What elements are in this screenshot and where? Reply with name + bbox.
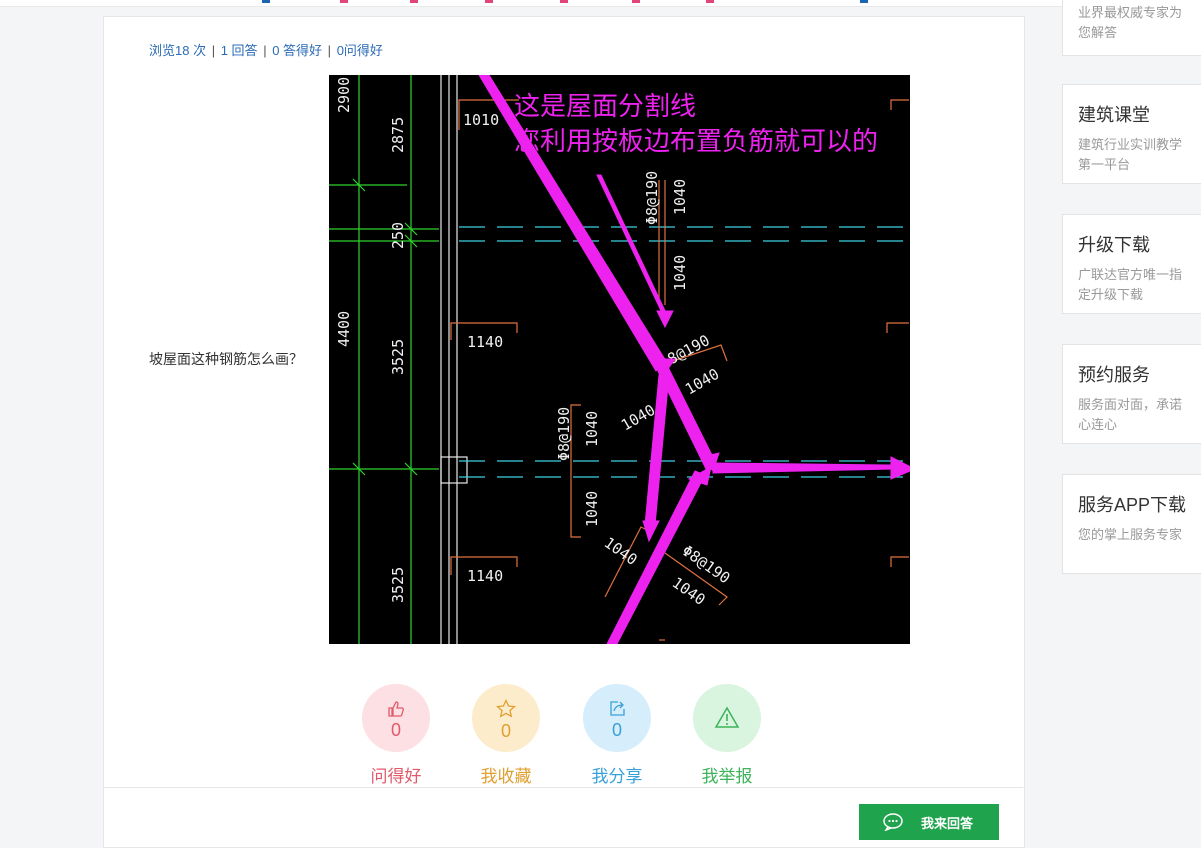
cad-dim-2875: 2875 [389, 117, 407, 153]
nav-tab-marker[interactable] [410, 0, 418, 3]
sidebar-card-service[interactable]: 预约服务 服务面对面，承诺心连心 [1062, 344, 1201, 444]
cad-rebar-1140: 1140 [467, 333, 503, 351]
answers-count[interactable]: 1 回答 [221, 43, 258, 58]
sidebar-title: 升级下载 [1078, 235, 1150, 255]
question-actions: 0 问得好 0 我收藏 0 我分享 0 [362, 684, 782, 794]
cad-dimension-lines [329, 75, 439, 644]
cad-spacing-label: Φ8@190 [555, 407, 573, 461]
cad-rebar-1140b: 1140 [467, 567, 503, 585]
nav-tab-marker[interactable] [485, 0, 493, 3]
share-count: 0 [611, 719, 622, 740]
chat-bubble-icon [883, 813, 903, 831]
share-label: 我分享 [591, 767, 643, 786]
cad-spacing-label: Φ8@190 [643, 171, 661, 225]
share-button[interactable]: 0 我分享 [583, 684, 651, 787]
nav-tab-marker[interactable] [860, 0, 868, 3]
like-count: 0 [390, 719, 401, 740]
cad-rebar-1040: 1040 [669, 574, 709, 609]
cad-rebar-1040: 1040 [671, 255, 689, 291]
favorite-button[interactable]: 0 我收藏 [472, 684, 540, 787]
cad-dim-3525: 3525 [389, 339, 407, 375]
star-icon [496, 698, 516, 718]
question-text: 坡屋面这种钢筋怎么画？ [149, 351, 303, 367]
sidebar-title: 建筑课堂 [1078, 105, 1150, 125]
annotation-line-2: 您利用按板边布置负筋就可以的 [514, 127, 878, 157]
cad-rebar-1040: 1040 [682, 365, 722, 399]
sidebar-card-classroom[interactable]: 建筑课堂 建筑行业实训教学第一平台 [1062, 84, 1201, 184]
card-divider [103, 787, 1023, 788]
sidebar-card-download[interactable]: 升级下载 广联达官方唯一指定升级下载 [1062, 214, 1201, 314]
nav-tab-marker[interactable] [706, 0, 714, 3]
cad-dim-3525b: 3525 [389, 567, 407, 603]
favorite-count: 0 [500, 720, 511, 741]
nav-tab-marker[interactable] [632, 0, 640, 3]
sidebar-desc: 业界最权威专家为您解答 [1078, 5, 1183, 40]
good-questions-count: 0问得好 [336, 43, 383, 58]
annotation-line-1: 这是屋面分割线 [514, 92, 696, 122]
like-label: 问得好 [370, 767, 422, 786]
sidebar-desc: 服务面对面，承诺心连心 [1078, 397, 1183, 432]
cad-rebar-1010: 1010 [463, 111, 499, 129]
top-nav-strip [0, 0, 1201, 7]
answer-button[interactable]: 我来回答 [859, 804, 999, 840]
like-button[interactable]: 0 问得好 [362, 684, 430, 787]
sidebar-desc: 建筑行业实训教学第一平台 [1078, 137, 1183, 172]
question-stats: 浏览18 次 | 1 回答 | 0 答得好 | 0问得好 [149, 43, 383, 58]
thumbs-up-icon [388, 700, 404, 717]
cad-rebar-1040: 1040 [671, 179, 689, 215]
nav-tab-marker[interactable] [560, 0, 568, 3]
nav-tab-marker[interactable] [262, 0, 270, 3]
sidebar-desc: 您的掌上服务专家 [1078, 527, 1183, 542]
answer-button-label: 我来回答 [921, 815, 974, 831]
warning-icon [714, 706, 740, 728]
favorite-label: 我收藏 [480, 767, 532, 786]
cad-rebar-1040: 1040 [583, 411, 601, 447]
cad-rebar-1040: 1040 [583, 491, 601, 527]
sidebar-card-app[interactable]: 服务APP下载 您的掌上服务专家 [1062, 474, 1201, 574]
nav-tab-marker[interactable] [340, 0, 348, 3]
cad-rebar-1040: 1040 [618, 401, 658, 435]
good-answers-count: 0 答得好 [272, 43, 323, 58]
question-image[interactable]: 2900 2875 250 4400 3525 3525 1010 1140 1… [329, 75, 910, 644]
sidebar-card-expert[interactable]: 业界最权威专家为您解答 [1062, 0, 1201, 56]
cad-dim-2900: 2900 [335, 77, 353, 113]
cad-dim-250: 250 [389, 222, 407, 249]
sidebar-title: 服务APP下载 [1078, 495, 1187, 515]
sidebar-title: 预约服务 [1078, 365, 1150, 385]
views-count: 浏览18 次 [149, 43, 207, 58]
like-circle[interactable]: 0 [362, 684, 430, 752]
report-label: 我举报 [701, 767, 753, 786]
cad-dim-4400: 4400 [335, 311, 353, 347]
share-icon [610, 700, 625, 716]
sidebar-desc: 广联达官方唯一指定升级下载 [1078, 267, 1183, 302]
report-button[interactable]: 0 我举报 [693, 684, 761, 787]
